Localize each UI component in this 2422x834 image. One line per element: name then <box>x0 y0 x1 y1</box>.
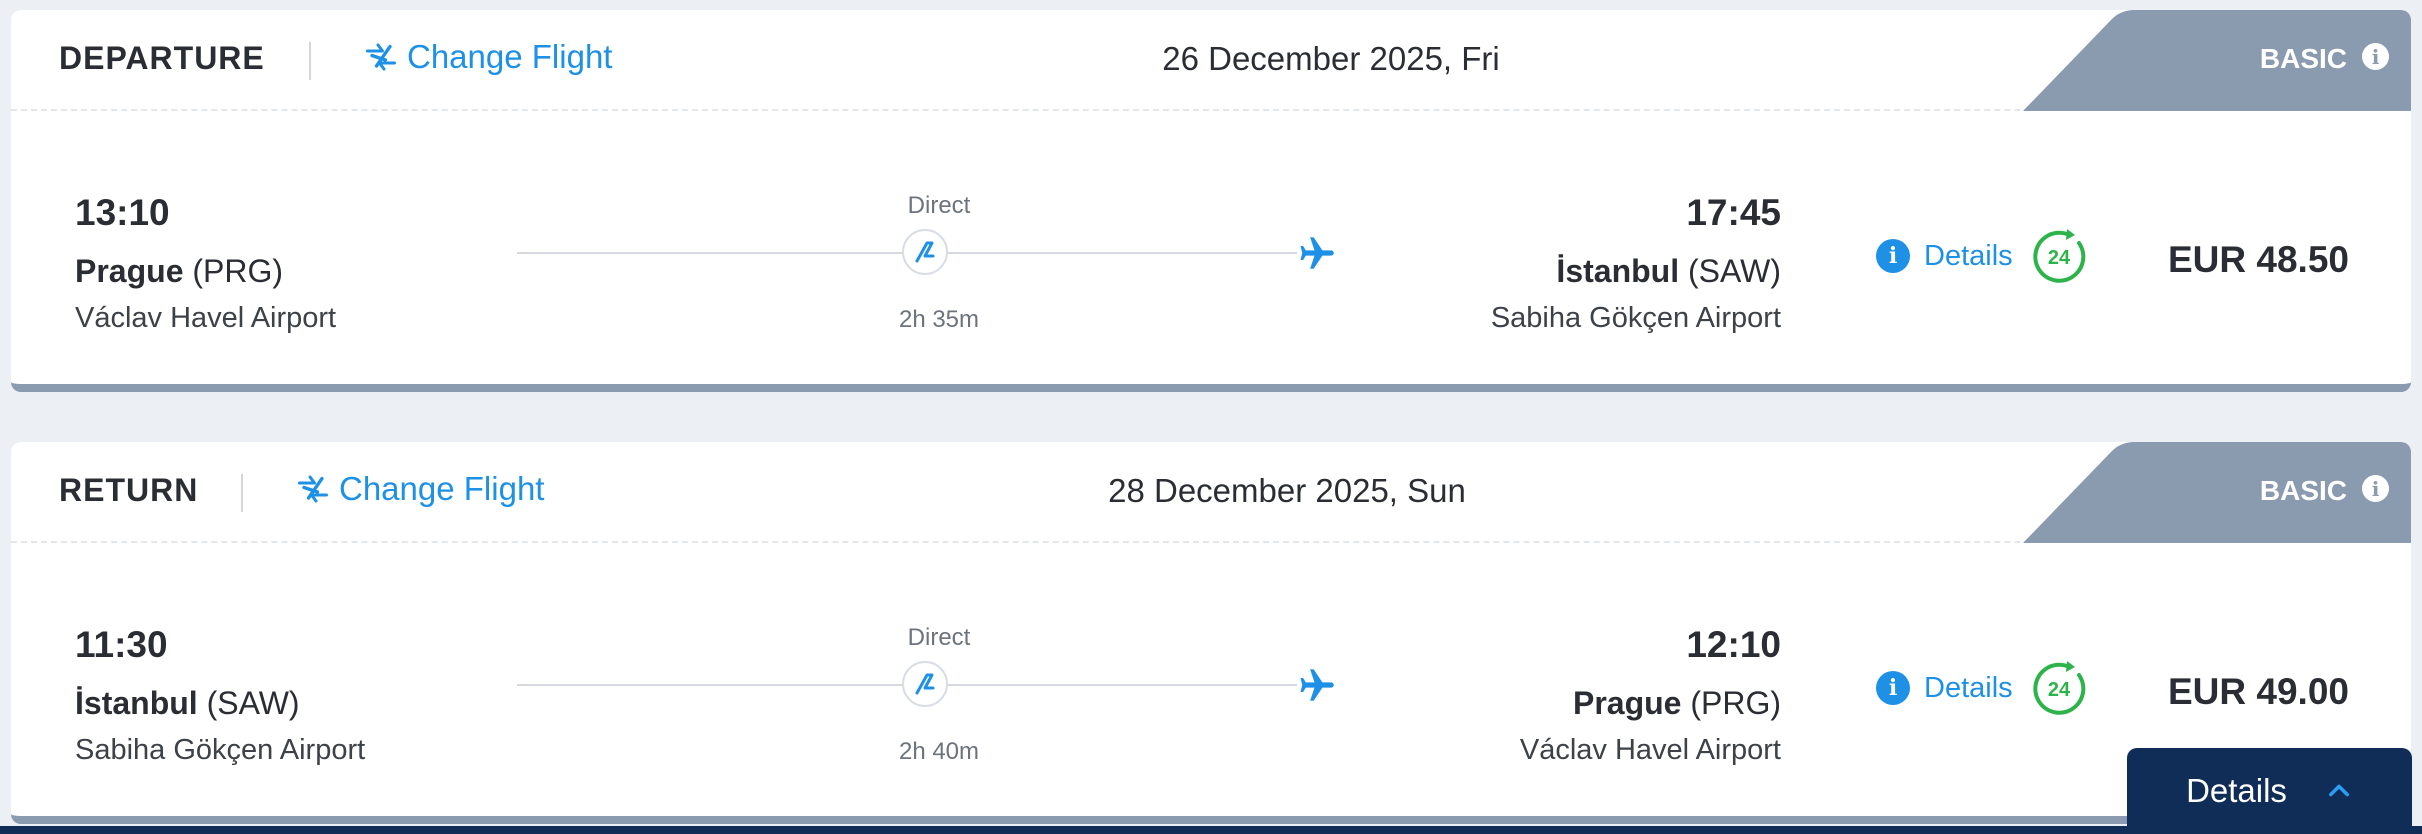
details-panel-label: Details <box>2186 772 2287 809</box>
fare-tab-shape <box>2023 442 2411 543</box>
plane-icon <box>1300 237 1334 269</box>
departure-city-name: Prague <box>75 253 184 289</box>
arrival-time: 17:45 <box>1686 192 1781 233</box>
airline-logo-mark <box>915 673 935 695</box>
flight-duration: 2h 35m <box>898 306 980 333</box>
info-icon[interactable]: i <box>2362 43 2389 70</box>
arrival-city: İstanbul (SAW) <box>1556 253 1781 290</box>
fare-class-label: BASIC <box>2259 475 2347 506</box>
arrival-city-code: (SAW) <box>1687 253 1781 289</box>
airline-logo <box>902 661 948 707</box>
arrival-city-name: İstanbul <box>1556 253 1680 289</box>
fare-tab[interactable]: BASIC i <box>2023 442 2411 543</box>
fare-tab-shape <box>2023 10 2411 111</box>
flight-date: 26 December 2025, Fri <box>1162 40 1500 77</box>
details-label: Details <box>1924 239 2013 272</box>
details-button[interactable]: i Details <box>1876 239 2013 273</box>
departure-city-code: (SAW) <box>206 685 300 721</box>
departure-city-name: İstanbul <box>75 685 198 721</box>
stops-label: Direct <box>907 624 971 651</box>
leg-label: DEPARTURE <box>59 40 265 76</box>
arrival-airport: Václav Havel Airport <box>1519 734 1781 766</box>
flight-date: 28 December 2025, Sun <box>1108 472 1466 509</box>
stops-label: Direct <box>907 192 971 219</box>
plane-icon <box>1300 669 1334 701</box>
info-icon: i <box>1876 239 1910 273</box>
change-flight-label: Change Flight <box>407 38 613 75</box>
24h-badge-icon: 24 <box>2033 229 2086 283</box>
card-header: DEPARTURE Change Flight 26 December 2025… <box>11 10 2411 111</box>
info-icon: i <box>1876 671 1910 705</box>
arrival-time: 12:10 <box>1686 624 1781 665</box>
departure-city: Prague (PRG) <box>75 253 283 290</box>
fare-tab[interactable]: BASIC i <box>2023 10 2411 111</box>
chevron-up-icon <box>2329 784 2349 797</box>
details-label: Details <box>1924 671 2013 704</box>
change-flight-button[interactable]: Change Flight <box>295 470 544 508</box>
departure-time: 13:10 <box>75 192 170 233</box>
arrival-city: Prague (PRG) <box>1573 685 1781 722</box>
flight-duration: 2h 40m <box>898 738 980 765</box>
change-flight-icon <box>366 43 396 71</box>
header-divider <box>241 474 243 512</box>
arrival-airport: Sabiha Gökçen Airport <box>1490 302 1781 334</box>
change-flight-label: Change Flight <box>339 470 545 507</box>
price: EUR 49.00 <box>2168 671 2349 712</box>
arrival-city-name: Prague <box>1572 685 1682 721</box>
badge-24-text: 24 <box>2048 247 2071 269</box>
flight-card-return: RETURN Change Flight 28 December 2025, S… <box>11 442 2411 824</box>
flight-card-departure: DEPARTURE Change Flight 26 December 2025… <box>11 10 2411 392</box>
details-panel-toggle[interactable]: Details <box>2127 748 2412 834</box>
24h-badge-icon: 24 <box>2033 661 2086 715</box>
card-header: RETURN Change Flight 28 December 2025, S… <box>11 442 2411 543</box>
airline-logo-mark <box>915 241 935 263</box>
departure-airport: Sabiha Gökçen Airport <box>75 734 366 766</box>
departure-city-code: (PRG) <box>192 253 284 289</box>
header-divider <box>309 42 311 80</box>
details-button[interactable]: i Details <box>1876 671 2013 705</box>
departure-time: 11:30 <box>75 624 168 665</box>
change-flight-button[interactable]: Change Flight <box>363 38 612 76</box>
leg-label: RETURN <box>59 472 199 508</box>
airline-logo <box>902 229 948 275</box>
arrival-city-code: (PRG) <box>1690 685 1781 721</box>
fare-class-label: BASIC <box>2259 43 2347 74</box>
departure-airport: Václav Havel Airport <box>75 302 337 334</box>
badge-24-text: 24 <box>2048 679 2071 701</box>
bottom-strip <box>0 826 2422 834</box>
price: EUR 48.50 <box>2168 239 2349 280</box>
change-flight-icon <box>298 475 328 503</box>
departure-city: İstanbul (SAW) <box>75 685 300 722</box>
info-icon[interactable]: i <box>2362 475 2389 502</box>
